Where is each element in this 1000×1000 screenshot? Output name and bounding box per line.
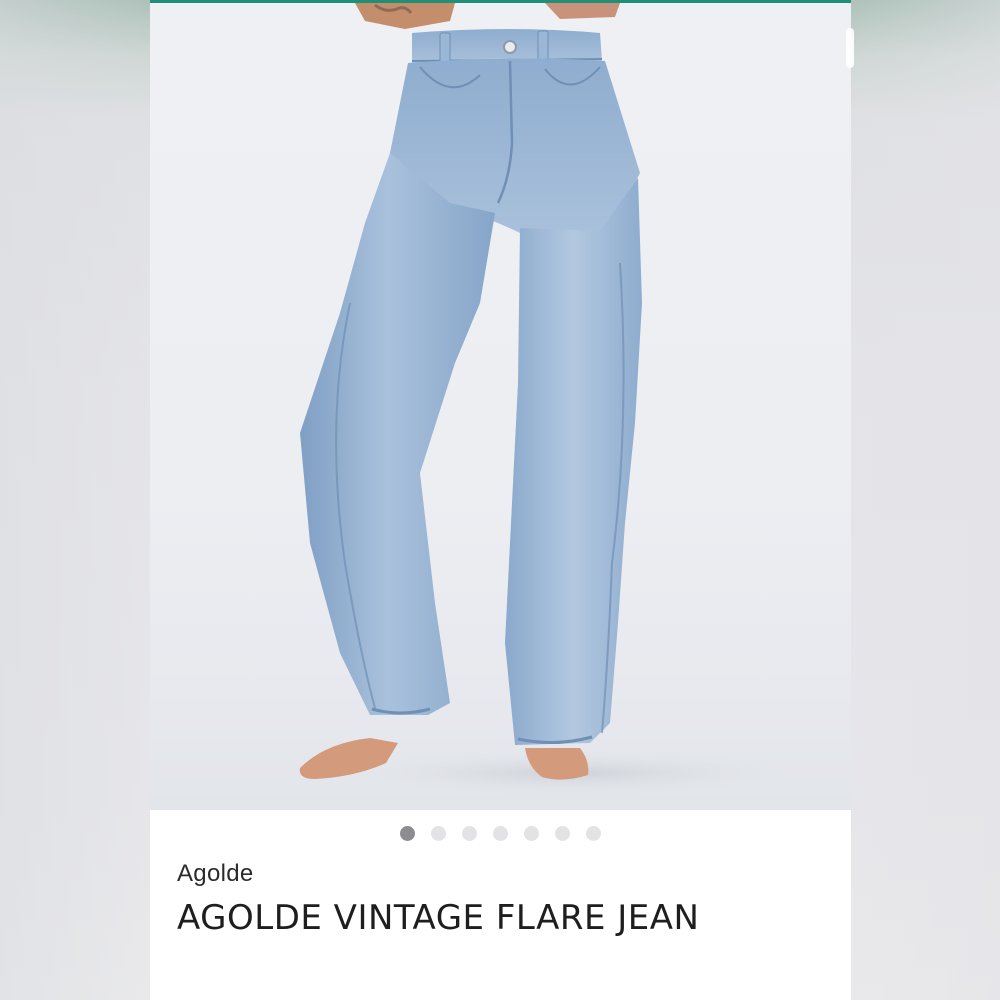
jeans-photo-illustration bbox=[299, 3, 810, 797]
carousel-dot-3[interactable] bbox=[462, 826, 477, 841]
product-title: AGOLDE VINTAGE FLARE JEAN bbox=[177, 898, 700, 938]
carousel-pagination bbox=[150, 826, 851, 842]
product-brand[interactable]: Agolde bbox=[177, 860, 254, 888]
product-card: Agolde AGOLDE VINTAGE FLARE JEAN bbox=[150, 0, 851, 1000]
carousel-dot-7[interactable] bbox=[586, 826, 601, 841]
carousel-dot-6[interactable] bbox=[555, 826, 570, 841]
carousel-dot-4[interactable] bbox=[493, 826, 508, 841]
product-photo[interactable] bbox=[150, 3, 851, 810]
carousel-dot-2[interactable] bbox=[431, 826, 446, 841]
edge-handle bbox=[846, 28, 854, 68]
backdrop-left-edge bbox=[0, 0, 150, 1000]
carousel-dot-5[interactable] bbox=[524, 826, 539, 841]
carousel-dot-1[interactable] bbox=[400, 826, 415, 841]
backdrop-right-edge bbox=[850, 0, 1000, 1000]
